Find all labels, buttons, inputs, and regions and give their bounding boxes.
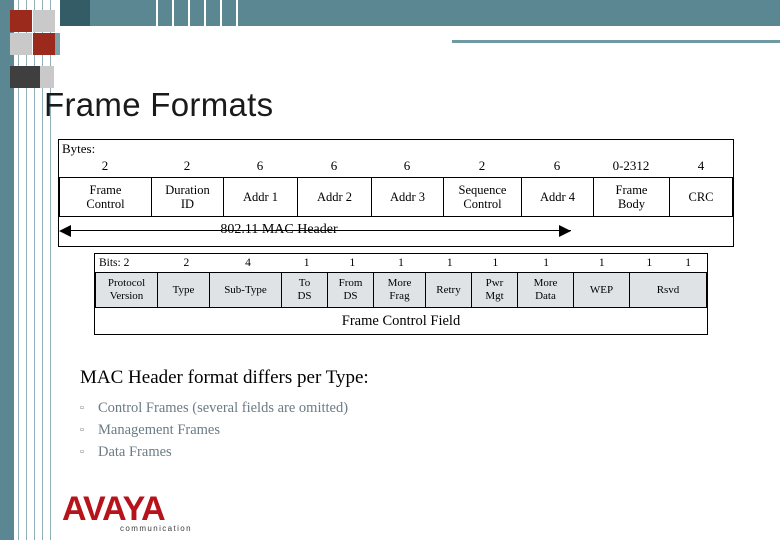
mac-size-cell: 6	[553, 158, 561, 173]
mac-size-cell: 2	[183, 158, 191, 173]
bullet-mark-icon: ▫	[80, 424, 84, 436]
frame-control-size-row: Bits: 2 2 4 1 1 1 1 1 1 1 1 1	[95, 255, 707, 271]
top-right-rule	[452, 40, 780, 43]
fc-field-more-data: More Data	[517, 272, 573, 308]
deco-square-teal-tall	[0, 0, 10, 50]
mac-size-cell: 2	[478, 158, 486, 173]
deco-square-gray-3	[40, 66, 54, 88]
mac-header-field-row: Frame Control Duration ID Addr 1 Addr 2 …	[59, 177, 733, 217]
fc-field-wep: WEP	[573, 272, 629, 308]
list-item: ▫ Management Frames	[80, 419, 680, 441]
list-item: ▫ Control Frames (several fields are omi…	[80, 397, 680, 419]
fc-field-pwr-mgt: Pwr Mgt	[471, 272, 517, 308]
mac-size-cell: 6	[330, 158, 338, 173]
deco-square-gray-2	[10, 33, 32, 55]
mac-field-addr-4: Addr 4	[521, 177, 593, 217]
list-item-label: Management Frames	[98, 422, 221, 438]
list-item: ▫ Data Frames	[80, 441, 680, 463]
fc-field-retry: Retry	[425, 272, 471, 308]
bytes-label: Bytes:	[62, 141, 96, 156]
mac-size-cell: 6	[256, 158, 264, 173]
bullet-mark-icon: ▫	[80, 402, 84, 414]
fc-field-type: Type	[157, 272, 209, 308]
fc-size-cell: 2	[183, 257, 190, 269]
avaya-logo: AVAYA communication	[62, 490, 232, 533]
fc-size-cell: 1	[492, 257, 499, 269]
mac-field-crc: CRC	[669, 177, 733, 217]
mac-field-addr-3: Addr 3	[371, 177, 443, 217]
mac-size-cell: 4	[697, 158, 705, 173]
fc-size-cell: 1	[543, 257, 549, 269]
fc-field-sub-type: Sub-Type	[209, 272, 281, 308]
top-band-separators	[60, 0, 780, 26]
bullet-list: ▫ Control Frames (several fields are omi…	[80, 397, 680, 463]
frame-control-field-row: Protocol Version Type Sub-Type To DS Fro…	[95, 272, 707, 308]
fc-size-cell: 1	[685, 257, 692, 269]
fc-field-from-ds: From DS	[327, 272, 373, 308]
fc-field-to-ds: To DS	[281, 272, 327, 308]
list-item-label: Control Frames (several fields are omitt…	[98, 400, 349, 416]
mac-field-sequence-control: Sequence Control	[443, 177, 521, 217]
avaya-logo-wordmark: AVAYA	[62, 490, 166, 528]
mac-size-cell: 6	[403, 158, 411, 173]
mac-field-duration-id: Duration ID	[151, 177, 223, 217]
fc-size-cell: 1	[598, 257, 605, 269]
list-item-label: Data Frames	[98, 444, 172, 460]
fc-size-cell: 1	[303, 257, 310, 269]
mac-field-frame-body: Frame Body	[593, 177, 669, 217]
mac-size-cell: 2	[101, 158, 109, 173]
mac-field-frame-control: Frame Control	[59, 177, 151, 217]
frame-control-caption: Frame Control Field	[341, 313, 461, 329]
fc-size-cell: Bits: 2	[99, 257, 130, 269]
deco-square-red-1	[10, 10, 32, 32]
mac-header-size-row: 2 2 6 6 6 2 6 0-2312 4	[59, 158, 733, 174]
deco-square-gray-1	[33, 10, 55, 32]
fc-size-cell: 1	[446, 257, 453, 269]
fc-field-rsvd: Rsvd	[629, 272, 707, 308]
fc-size-cell: 4	[245, 257, 251, 269]
deco-square-red-2	[33, 33, 55, 55]
bullet-mark-icon: ▫	[80, 446, 84, 458]
mac-field-addr-1: Addr 1	[223, 177, 297, 217]
page-title: Frame Formats	[44, 86, 274, 123]
fc-size-cell: 1	[398, 257, 404, 269]
mac-header-span-indicator: 802.11 MAC Header	[59, 222, 733, 246]
mac-header-span-label: 802.11 MAC Header	[220, 222, 338, 237]
mac-field-addr-2: Addr 2	[297, 177, 371, 217]
fc-field-protocol-version: Protocol Version	[95, 272, 157, 308]
deco-square-dark	[10, 66, 40, 88]
fc-field-more-frag: More Frag	[373, 272, 425, 308]
span-arrow-right-icon	[559, 225, 571, 237]
avaya-logo-tagline: communication	[120, 524, 193, 533]
fc-size-cell: 1	[349, 257, 356, 269]
subheading: MAC Header format differs per Type:	[80, 367, 369, 388]
mac-size-cell: 0-2312	[612, 158, 650, 173]
fc-size-cell: 1	[646, 257, 653, 269]
